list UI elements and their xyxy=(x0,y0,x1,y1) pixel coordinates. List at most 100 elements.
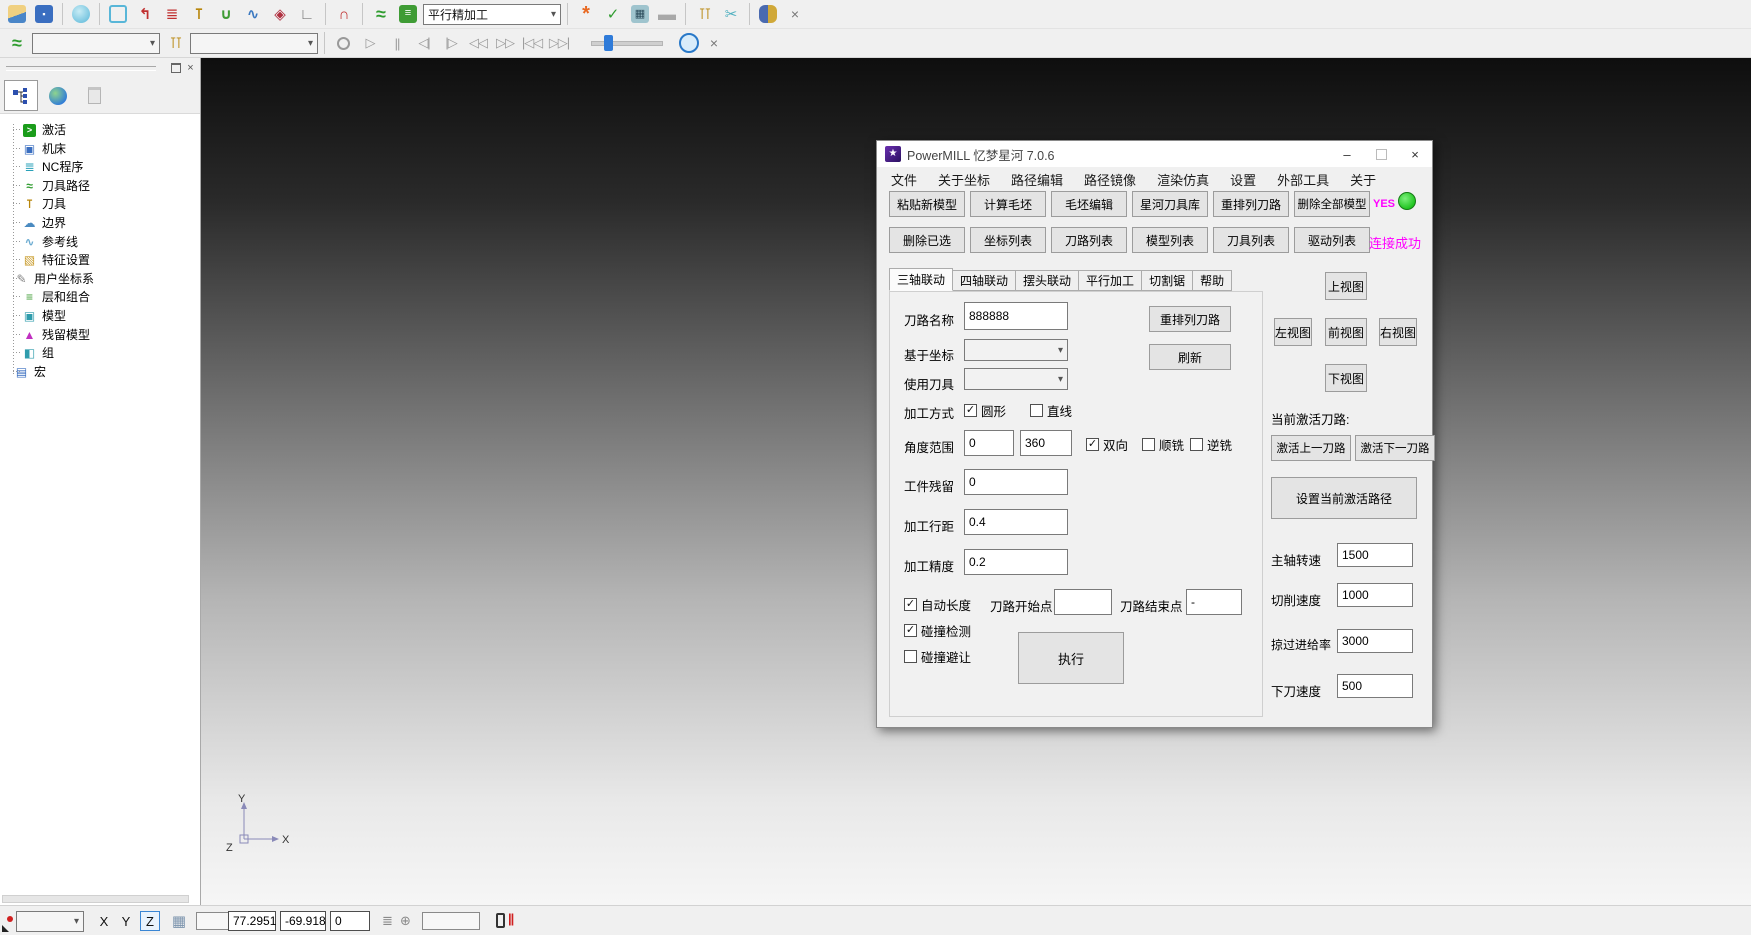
skim-input[interactable] xyxy=(1337,629,1413,653)
menu-file[interactable]: 文件 xyxy=(891,170,917,189)
toolpath-name-input[interactable] xyxy=(964,302,1068,330)
tool-icon[interactable]: ⊺ xyxy=(187,2,211,26)
tab-explorer-tree[interactable] xyxy=(4,80,38,111)
tab-explorer-recycle[interactable] xyxy=(78,81,110,110)
menu-path-mirror[interactable]: 路径镜像 xyxy=(1084,170,1136,189)
view-front-button[interactable]: 前视图 xyxy=(1325,318,1367,346)
go-end-icon[interactable]: ▷▷| xyxy=(547,35,571,51)
panel-gripper[interactable] xyxy=(6,66,156,71)
highlight-bulb-icon[interactable] xyxy=(331,31,355,55)
tree-item-patterns[interactable]: ∿参考线 xyxy=(0,233,78,250)
calculator-icon[interactable]: ▦ xyxy=(628,2,652,26)
checkbox-collision-check[interactable]: ✓碰撞检测 xyxy=(904,621,971,640)
checkbox-climb[interactable]: 顺铣 xyxy=(1142,435,1184,454)
model-list-button[interactable]: 模型列表 xyxy=(1132,227,1208,253)
probe-icon[interactable]: ⊕ xyxy=(400,913,411,929)
cylinders-icon[interactable] xyxy=(756,2,780,26)
coords-list-icon[interactable]: ≣ xyxy=(382,913,393,929)
strategy-combobox[interactable]: 平行精加工 ▾ xyxy=(423,4,561,25)
leads-links-icon[interactable]: ∩ xyxy=(332,2,356,26)
stock-input[interactable] xyxy=(964,469,1068,495)
delete-selected-button[interactable]: 删除已选 xyxy=(889,227,965,253)
featureset-icon[interactable]: ◈ xyxy=(268,2,292,26)
block-edit-button[interactable]: 毛坯编辑 xyxy=(1051,191,1127,217)
plunge-input[interactable] xyxy=(1337,674,1413,698)
angle-end-input[interactable] xyxy=(1020,430,1072,456)
checkbox-box[interactable] xyxy=(904,650,917,663)
menu-coords[interactable]: 关于坐标 xyxy=(938,170,990,189)
menu-about[interactable]: 关于 xyxy=(1350,170,1376,189)
clock-icon[interactable] xyxy=(679,33,699,53)
view-right-button[interactable]: 右视图 xyxy=(1379,318,1417,346)
checkbox-box[interactable]: ✓ xyxy=(904,598,917,611)
tree-item-toolpaths[interactable]: ≈刀具路径 xyxy=(0,177,90,194)
tree-item-levels-sets[interactable]: ≡层和组合 xyxy=(0,288,90,305)
y-axis-button[interactable]: Y xyxy=(116,911,136,931)
tree-item-boundaries[interactable]: ☁边界 xyxy=(0,214,66,231)
calc-block-button[interactable]: 计算毛坯 xyxy=(970,191,1046,217)
pattern-icon[interactable]: ∿ xyxy=(241,2,265,26)
spindle-input[interactable] xyxy=(1337,543,1413,567)
sim-tool-combobox[interactable]: ▾ xyxy=(190,33,318,54)
use-tool-dropdown[interactable]: ▾ xyxy=(964,368,1068,390)
x-axis-button[interactable]: X xyxy=(94,911,114,931)
tab-parallel[interactable]: 平行加工 xyxy=(1079,270,1142,291)
handset-icon[interactable] xyxy=(496,913,505,928)
speed-slider-handle[interactable] xyxy=(604,35,613,51)
z-axis-button[interactable]: Z xyxy=(140,911,160,931)
checkbox-box[interactable]: ✓ xyxy=(904,624,917,637)
panel-close-icon[interactable]: × xyxy=(184,61,197,74)
drive-list-button[interactable]: 驱动列表 xyxy=(1294,227,1370,253)
tab-3axis[interactable]: 三轴联动 xyxy=(889,268,953,291)
activate-prev-button[interactable]: 激活上一刀路 xyxy=(1271,435,1351,461)
end-point-input[interactable] xyxy=(1186,589,1242,615)
tree-item-machine[interactable]: ▣机床 xyxy=(0,140,66,157)
play-icon[interactable]: ▷ xyxy=(358,35,382,51)
maximize-button[interactable] xyxy=(1364,141,1398,167)
speed-slider[interactable] xyxy=(591,41,663,46)
tree-item-nc-program[interactable]: ≣NC程序 xyxy=(0,158,83,175)
tree-item-tools[interactable]: ⊺刀具 xyxy=(0,195,66,212)
menu-external-tools[interactable]: 外部工具 xyxy=(1277,170,1329,189)
corner-grip[interactable] xyxy=(2,925,9,932)
checkbox-circle[interactable]: ✓圆形 xyxy=(964,401,1006,420)
block-icon[interactable] xyxy=(106,2,130,26)
checkbox-box[interactable] xyxy=(1030,404,1043,417)
checkbox-box[interactable]: ✓ xyxy=(964,404,977,417)
tree-scrollbar[interactable] xyxy=(2,895,189,903)
tab-4axis[interactable]: 四轴联动 xyxy=(953,270,1016,291)
view-top-button[interactable]: 上视图 xyxy=(1325,272,1367,300)
status-field-blank2[interactable] xyxy=(422,912,480,930)
close-button[interactable]: × xyxy=(1398,141,1432,167)
tree-item-stock-models[interactable]: ▲残留模型 xyxy=(0,326,90,343)
search-forward-icon[interactable]: ▷▷ xyxy=(493,35,517,51)
tree-item-models[interactable]: ▣模型 xyxy=(0,307,66,324)
delete-all-models-button[interactable]: 删除全部模型 xyxy=(1294,191,1370,217)
workplane-icon[interactable]: ∟ xyxy=(295,2,319,26)
search-back-icon[interactable]: ◁◁ xyxy=(466,35,490,51)
checkbox-bidirectional[interactable]: ✓双向 xyxy=(1086,435,1128,454)
activate-next-button[interactable]: 激活下一刀路 xyxy=(1355,435,1435,461)
nc-program-icon[interactable]: ≣ xyxy=(160,2,184,26)
rearrange-toolpaths-button[interactable]: 重排列刀路 xyxy=(1213,191,1289,217)
checkbox-box[interactable]: ✓ xyxy=(1086,438,1099,451)
strategy-list-icon[interactable]: ≡ xyxy=(396,2,420,26)
based-coord-dropdown[interactable]: ▾ xyxy=(964,339,1068,361)
checkbox-conventional[interactable]: 逆铣 xyxy=(1190,435,1232,454)
tolerance-input[interactable] xyxy=(964,549,1068,575)
menu-settings[interactable]: 设置 xyxy=(1230,170,1256,189)
paste-new-model-button[interactable]: 粘贴新模型 xyxy=(889,191,965,217)
tool-library-button[interactable]: 星河刀具库 xyxy=(1132,191,1208,217)
checkbox-collision-avoid[interactable]: 碰撞避让 xyxy=(904,647,971,666)
tree-item-workplanes[interactable]: +✎用户坐标系 xyxy=(0,270,94,287)
go-start-icon[interactable]: |◁◁ xyxy=(520,35,544,51)
tab-help[interactable]: 帮助 xyxy=(1193,270,1232,291)
menu-path-edit[interactable]: 路径编辑 xyxy=(1011,170,1063,189)
coord-x-field[interactable]: 77.2951 xyxy=(228,911,276,931)
view-bottom-button[interactable]: 下视图 xyxy=(1325,364,1367,392)
tab-saw[interactable]: 切割锯 xyxy=(1142,270,1193,291)
execute-button[interactable]: 执行 xyxy=(1018,632,1124,684)
sim-toolpath-combobox[interactable]: ▾ xyxy=(32,33,160,54)
toolpath-icon[interactable]: ↰ xyxy=(133,2,157,26)
tab-tilt-head[interactable]: 摆头联动 xyxy=(1016,270,1079,291)
